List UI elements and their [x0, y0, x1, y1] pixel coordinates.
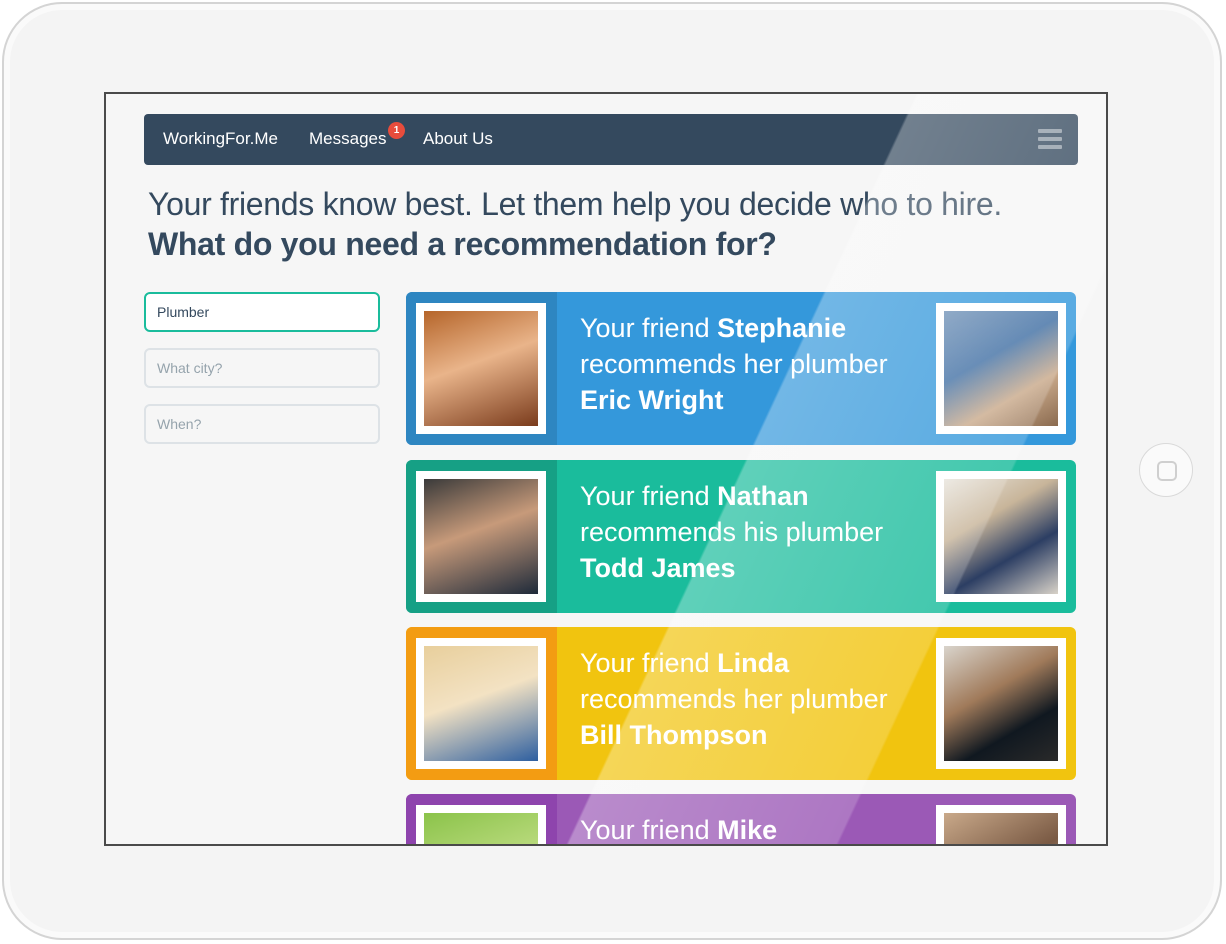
friend-avatar [416, 471, 546, 602]
pro-photo [936, 471, 1066, 602]
pro-photo [936, 638, 1066, 769]
recommendation-text: Your friend Nathan recommends his plumbe… [580, 481, 884, 583]
friend-avatar [416, 638, 546, 769]
city-input[interactable] [144, 348, 380, 388]
screen: WorkingFor.Me Messages 1 About Us Your f… [104, 92, 1108, 846]
nav-messages[interactable]: Messages [309, 129, 386, 149]
pro-name: Eric Wright [580, 385, 724, 415]
pro-photo [936, 303, 1066, 434]
pro-photo [936, 805, 1066, 844]
page-subheadline: What do you need a recommendation for? [148, 226, 777, 262]
messages-badge: 1 [388, 122, 405, 139]
nav-about-us[interactable]: About Us [423, 129, 493, 149]
navbar: WorkingFor.Me Messages 1 About Us [144, 114, 1078, 165]
recommendation-card[interactable]: Your friend Stephanie recommends her plu… [406, 292, 1076, 445]
brand-link[interactable]: WorkingFor.Me [163, 129, 278, 149]
pro-name: Todd James [580, 553, 736, 583]
friend-avatar [416, 303, 546, 434]
pro-name: Bill Thompson [580, 720, 768, 750]
service-input[interactable] [144, 292, 380, 332]
recommendation-text: Your friend Stephanie recommends her plu… [580, 313, 888, 415]
recommendation-card[interactable]: Your friend Nathan recommends his plumbe… [406, 460, 1076, 613]
home-square-icon [1157, 461, 1177, 481]
friend-name: Mike [717, 815, 778, 845]
recommendation-text: Your friend Mike [580, 815, 778, 845]
friend-name: Stephanie [717, 313, 847, 343]
recommendation-card[interactable]: Your friend Linda recommends her plumber… [406, 627, 1076, 780]
when-input[interactable] [144, 404, 380, 444]
hamburger-menu-icon[interactable] [1038, 129, 1062, 149]
friend-name: Linda [717, 648, 790, 678]
recommendation-text: Your friend Linda recommends her plumber… [580, 648, 888, 750]
page-headline: Your friends know best. Let them help yo… [148, 186, 1002, 222]
recommendation-card[interactable]: Your friend Mike [406, 794, 1076, 845]
friend-name: Nathan [717, 481, 809, 511]
friend-avatar [416, 805, 546, 844]
home-button[interactable] [1139, 443, 1193, 497]
